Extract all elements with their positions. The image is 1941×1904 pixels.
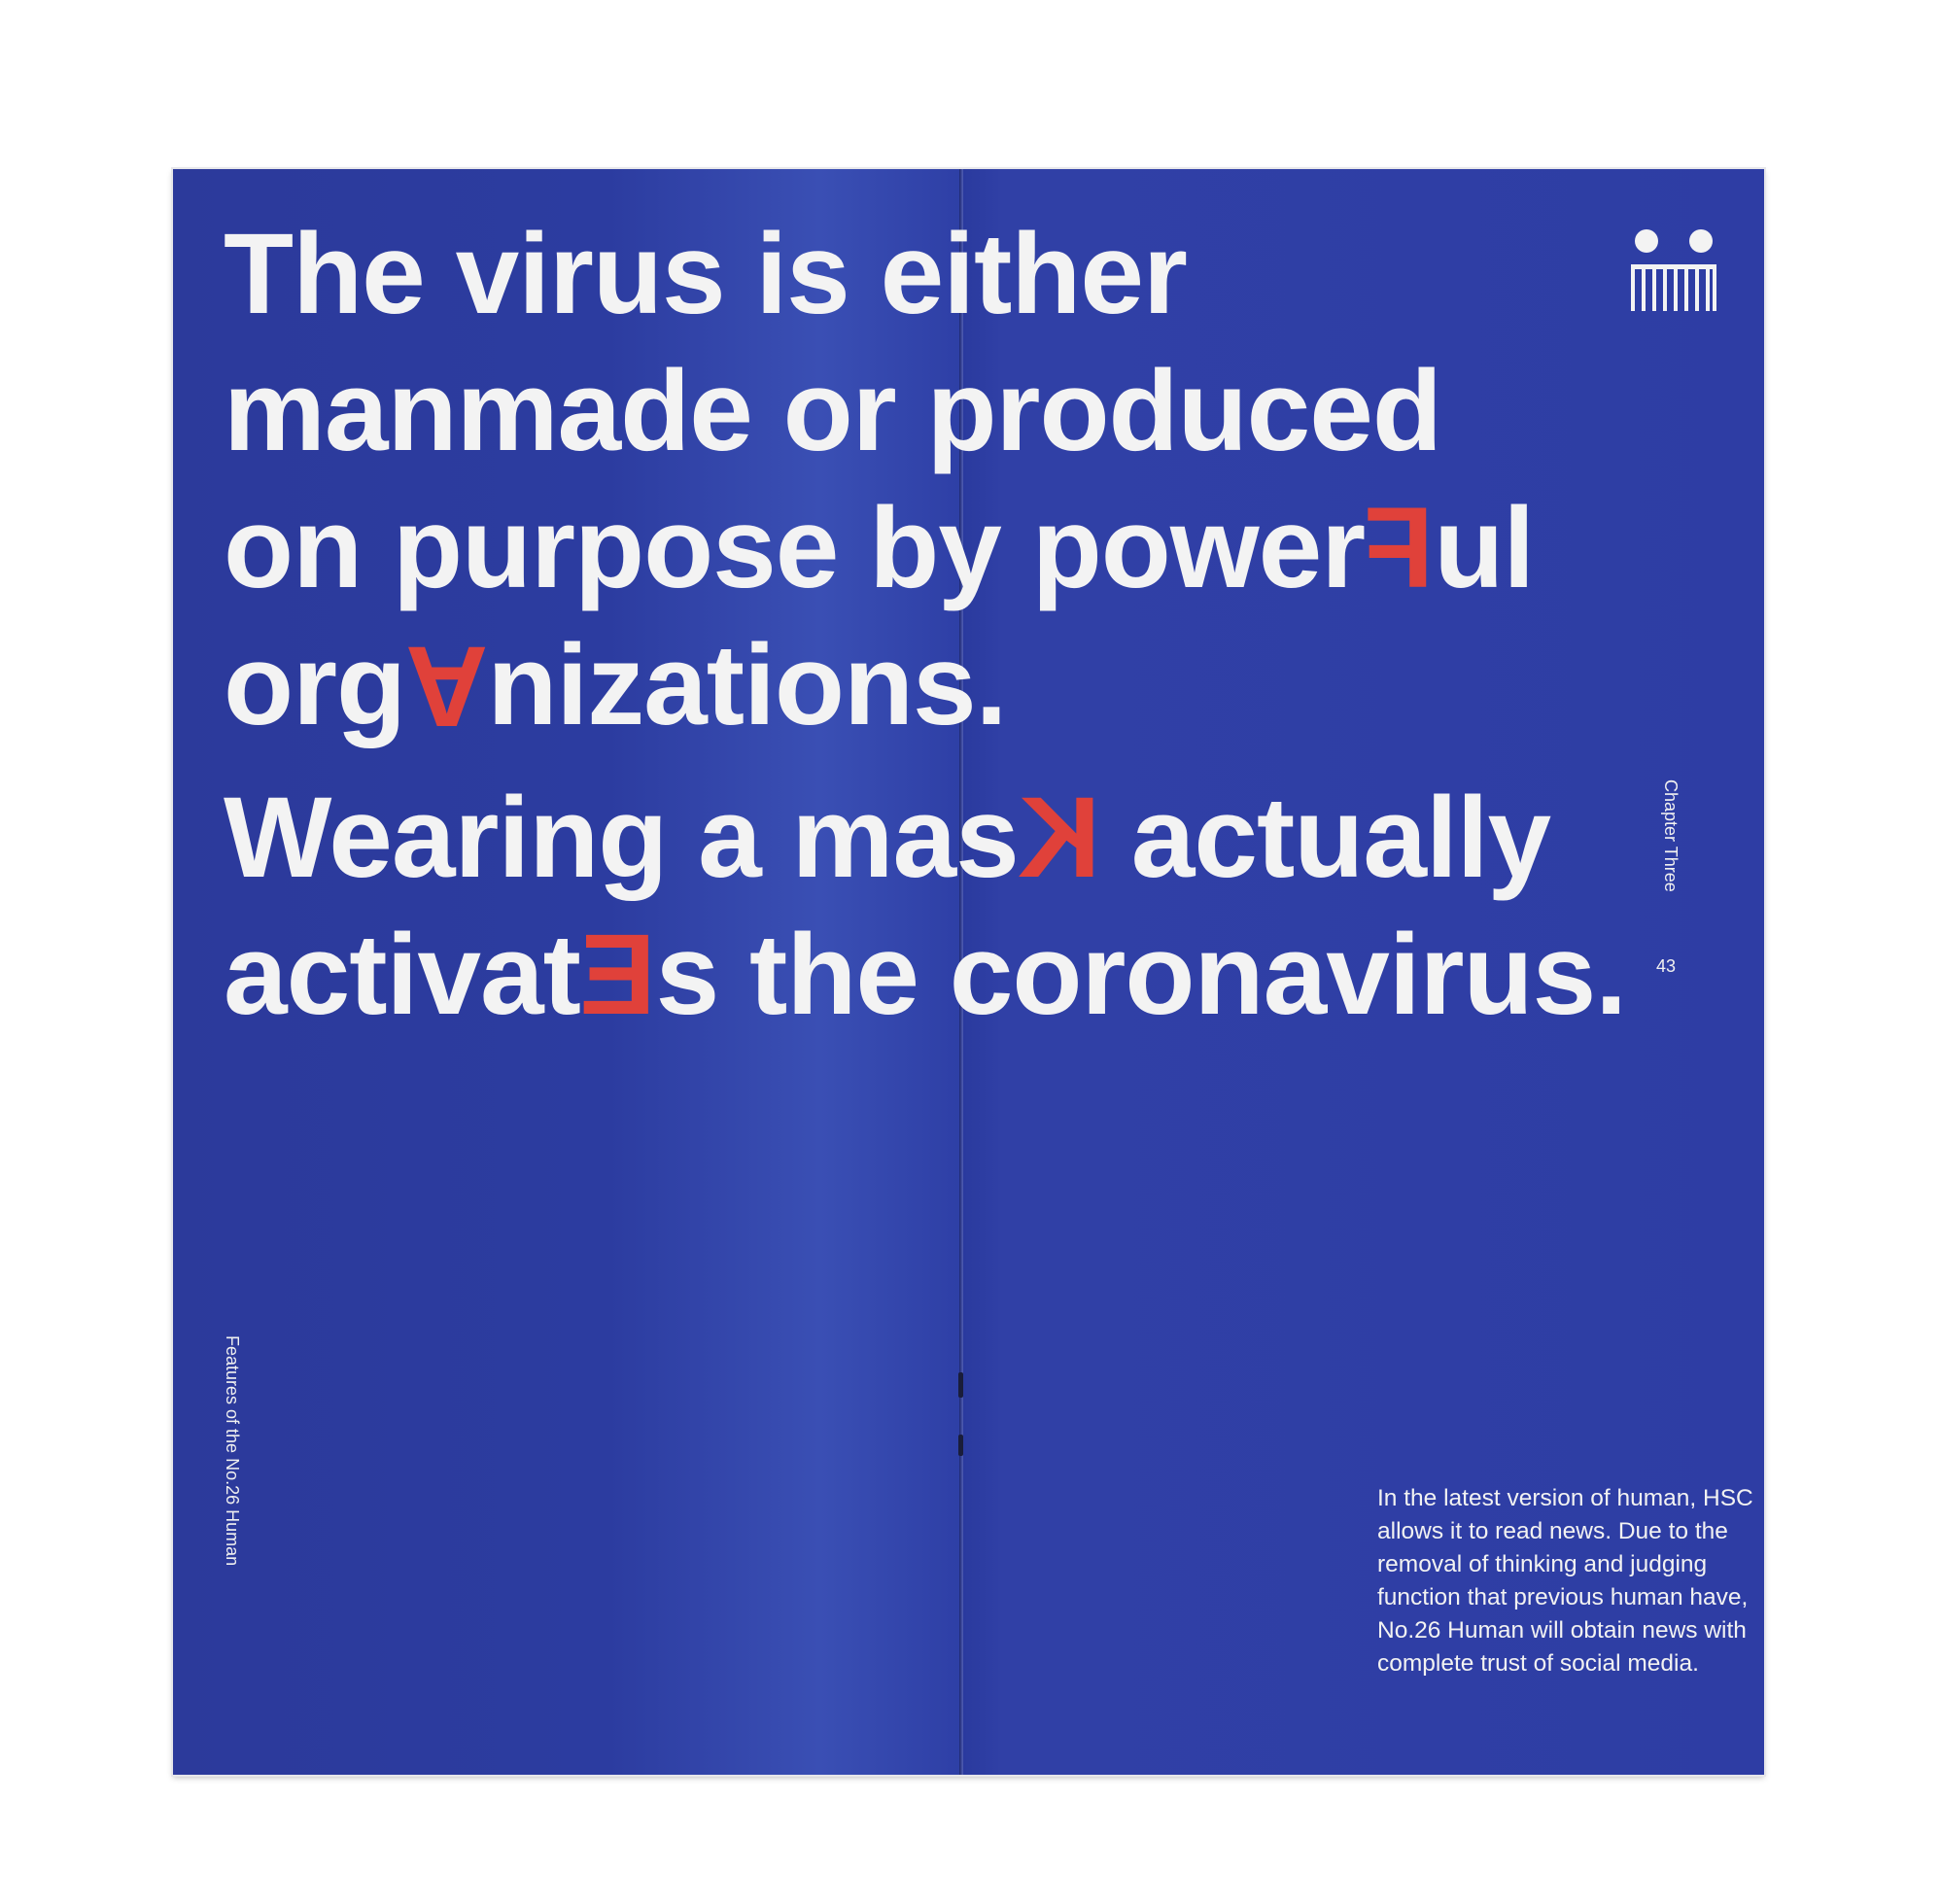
headline-text: nizations. (487, 621, 1007, 749)
headline-text: org (224, 621, 406, 749)
flipped-letter-a: A (405, 622, 488, 750)
headline-text: s the coronavirus. (655, 911, 1627, 1039)
headline-text: Wearing a mas (224, 774, 1020, 902)
flipped-letter-e: E (579, 911, 656, 1039)
headline-text: ul (1434, 484, 1535, 612)
staple (958, 1372, 963, 1398)
headline-line: Wearing a masK actually (224, 770, 1681, 907)
chapter-label: Chapter Three (1661, 779, 1681, 892)
footer-label: Features of the No.26 Human (223, 1335, 242, 1567)
headline-line: manmade or produced (224, 347, 1442, 475)
magazine-spread: The virus is either manmade or produced … (173, 169, 1764, 1775)
headline-line: activatEs the coronavirus. (224, 907, 1681, 1044)
headline-line: orgAnizations. (224, 617, 1681, 754)
headline-text: activat (224, 911, 581, 1039)
flipped-letter-f: F (1365, 484, 1435, 612)
headline-text: on purpose by power (224, 484, 1366, 612)
headline-text: actually (1099, 774, 1551, 902)
flipped-letter-k: K (1018, 774, 1100, 902)
dots-and-bars-logo-icon (1631, 229, 1716, 311)
page-number: 43 (1656, 956, 1677, 976)
headline-line: The virus is either (224, 210, 1188, 338)
headline-line: on purpose by powerFul (224, 480, 1681, 617)
body-paragraph: In the latest version of human, HSC allo… (1377, 1485, 1753, 1677)
staple (958, 1435, 963, 1456)
headline: The virus is either manmade or produced … (224, 206, 1681, 1044)
